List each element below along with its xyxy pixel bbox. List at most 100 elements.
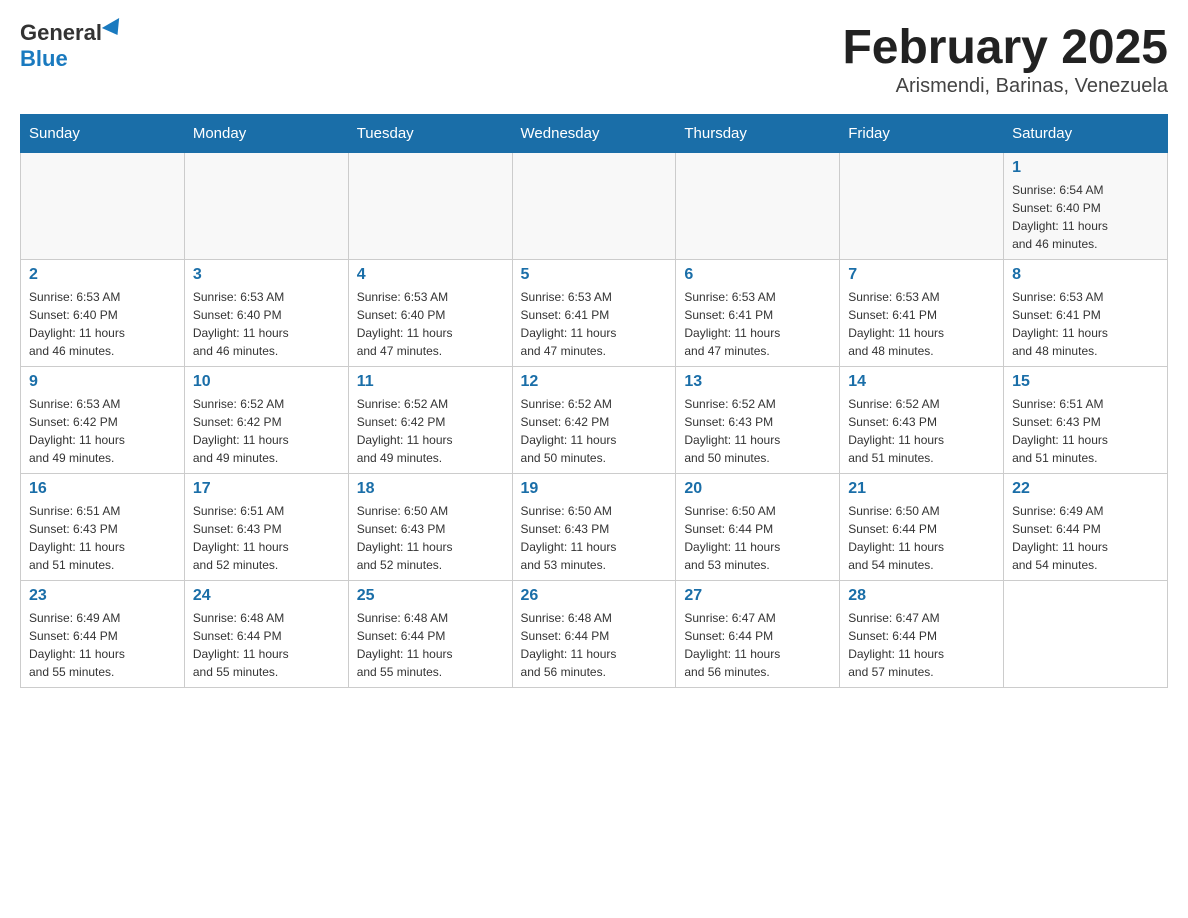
- day-number: 13: [684, 373, 831, 391]
- calendar-cell: 14 Sunrise: 6:52 AM Sunset: 6:43 PM Dayli…: [840, 367, 1004, 474]
- day-info: Sunrise: 6:53 AM Sunset: 6:41 PM Dayligh…: [521, 288, 668, 360]
- day-number: 4: [357, 266, 504, 284]
- day-info: Sunrise: 6:53 AM Sunset: 6:40 PM Dayligh…: [29, 288, 176, 360]
- day-info: Sunrise: 6:53 AM Sunset: 6:41 PM Dayligh…: [848, 288, 995, 360]
- day-number: 7: [848, 266, 995, 284]
- calendar-cell: 20 Sunrise: 6:50 AM Sunset: 6:44 PM Dayli…: [676, 474, 840, 581]
- calendar-title: February 2025: [842, 20, 1168, 75]
- day-number: 15: [1012, 373, 1159, 391]
- day-info: Sunrise: 6:47 AM Sunset: 6:44 PM Dayligh…: [684, 609, 831, 681]
- day-number: 21: [848, 480, 995, 498]
- day-number: 27: [684, 587, 831, 605]
- calendar-cell: 26 Sunrise: 6:48 AM Sunset: 6:44 PM Dayli…: [512, 581, 676, 688]
- calendar-cell: 22Sunrise: 6:49 AM Sunset: 6:44 PM Dayli…: [1004, 474, 1168, 581]
- day-info: Sunrise: 6:50 AM Sunset: 6:43 PM Dayligh…: [521, 502, 668, 574]
- day-number: 25: [357, 587, 504, 605]
- day-number: 12: [521, 373, 668, 391]
- calendar-cell: 8 Sunrise: 6:53 AM Sunset: 6:41 PM Daylig…: [1004, 260, 1168, 367]
- day-info: Sunrise: 6:48 AM Sunset: 6:44 PM Dayligh…: [521, 609, 668, 681]
- calendar-cell: [184, 153, 348, 260]
- calendar-cell: [512, 153, 676, 260]
- day-number: 14: [848, 373, 995, 391]
- day-number: 9: [29, 373, 176, 391]
- day-info: Sunrise: 6:54 AM Sunset: 6:40 PM Dayligh…: [1012, 181, 1159, 253]
- calendar-cell: [348, 153, 512, 260]
- day-info: Sunrise: 6:50 AM Sunset: 6:44 PM Dayligh…: [684, 502, 831, 574]
- calendar-week-3: 9 Sunrise: 6:53 AM Sunset: 6:42 PM Daylig…: [21, 367, 1168, 474]
- day-headers-row: Sunday Monday Tuesday Wednesday Thursday…: [21, 115, 1168, 153]
- calendar-subtitle: Arismendi, Barinas, Venezuela: [842, 75, 1168, 98]
- day-info: Sunrise: 6:52 AM Sunset: 6:43 PM Dayligh…: [848, 395, 995, 467]
- calendar-cell: 18 Sunrise: 6:50 AM Sunset: 6:43 PM Dayli…: [348, 474, 512, 581]
- calendar-cell: 25 Sunrise: 6:48 AM Sunset: 6:44 PM Dayli…: [348, 581, 512, 688]
- calendar-cell: 23 Sunrise: 6:49 AM Sunset: 6:44 PM Dayli…: [21, 581, 185, 688]
- calendar-cell: [840, 153, 1004, 260]
- header-tuesday: Tuesday: [348, 115, 512, 153]
- calendar-cell: 16Sunrise: 6:51 AM Sunset: 6:43 PM Dayli…: [21, 474, 185, 581]
- day-info: Sunrise: 6:53 AM Sunset: 6:41 PM Dayligh…: [684, 288, 831, 360]
- logo-blue: Blue: [20, 46, 68, 72]
- day-info: Sunrise: 6:47 AM Sunset: 6:44 PM Dayligh…: [848, 609, 995, 681]
- calendar-week-2: 2 Sunrise: 6:53 AM Sunset: 6:40 PM Daylig…: [21, 260, 1168, 367]
- header-sunday: Sunday: [21, 115, 185, 153]
- header-wednesday: Wednesday: [512, 115, 676, 153]
- calendar-body: 1Sunrise: 6:54 AM Sunset: 6:40 PM Daylig…: [21, 153, 1168, 688]
- day-number: 2: [29, 266, 176, 284]
- logo-general: General: [20, 20, 102, 46]
- day-number: 26: [521, 587, 668, 605]
- calendar-cell: 13 Sunrise: 6:52 AM Sunset: 6:43 PM Dayli…: [676, 367, 840, 474]
- calendar-cell: 9 Sunrise: 6:53 AM Sunset: 6:42 PM Daylig…: [21, 367, 185, 474]
- day-info: Sunrise: 6:49 AM Sunset: 6:44 PM Dayligh…: [1012, 502, 1159, 574]
- day-number: 23: [29, 587, 176, 605]
- calendar-cell: 17Sunrise: 6:51 AM Sunset: 6:43 PM Dayli…: [184, 474, 348, 581]
- calendar-week-5: 23 Sunrise: 6:49 AM Sunset: 6:44 PM Dayli…: [21, 581, 1168, 688]
- day-number: 8: [1012, 266, 1159, 284]
- calendar-week-1: 1Sunrise: 6:54 AM Sunset: 6:40 PM Daylig…: [21, 153, 1168, 260]
- day-info: Sunrise: 6:49 AM Sunset: 6:44 PM Dayligh…: [29, 609, 176, 681]
- header-monday: Monday: [184, 115, 348, 153]
- calendar-cell: 6 Sunrise: 6:53 AM Sunset: 6:41 PM Daylig…: [676, 260, 840, 367]
- day-number: 20: [684, 480, 831, 498]
- day-info: Sunrise: 6:51 AM Sunset: 6:43 PM Dayligh…: [29, 502, 176, 574]
- day-number: 28: [848, 587, 995, 605]
- calendar-cell: 21Sunrise: 6:50 AM Sunset: 6:44 PM Dayli…: [840, 474, 1004, 581]
- calendar-week-4: 16Sunrise: 6:51 AM Sunset: 6:43 PM Dayli…: [21, 474, 1168, 581]
- calendar-cell: 19 Sunrise: 6:50 AM Sunset: 6:43 PM Dayli…: [512, 474, 676, 581]
- calendar-cell: 15 Sunrise: 6:51 AM Sunset: 6:43 PM Dayli…: [1004, 367, 1168, 474]
- header-friday: Friday: [840, 115, 1004, 153]
- day-info: Sunrise: 6:52 AM Sunset: 6:42 PM Dayligh…: [193, 395, 340, 467]
- calendar-cell: 5Sunrise: 6:53 AM Sunset: 6:41 PM Daylig…: [512, 260, 676, 367]
- day-number: 19: [521, 480, 668, 498]
- day-number: 10: [193, 373, 340, 391]
- day-number: 24: [193, 587, 340, 605]
- calendar-cell: 28 Sunrise: 6:47 AM Sunset: 6:44 PM Dayli…: [840, 581, 1004, 688]
- calendar-cell: 12 Sunrise: 6:52 AM Sunset: 6:42 PM Dayli…: [512, 367, 676, 474]
- calendar-cell: 27 Sunrise: 6:47 AM Sunset: 6:44 PM Dayli…: [676, 581, 840, 688]
- day-number: 18: [357, 480, 504, 498]
- day-info: Sunrise: 6:52 AM Sunset: 6:43 PM Dayligh…: [684, 395, 831, 467]
- day-number: 3: [193, 266, 340, 284]
- logo: General Blue: [20, 20, 124, 72]
- day-info: Sunrise: 6:50 AM Sunset: 6:43 PM Dayligh…: [357, 502, 504, 574]
- calendar-cell: [676, 153, 840, 260]
- day-info: Sunrise: 6:51 AM Sunset: 6:43 PM Dayligh…: [1012, 395, 1159, 467]
- day-info: Sunrise: 6:53 AM Sunset: 6:41 PM Dayligh…: [1012, 288, 1159, 360]
- calendar-cell: 2 Sunrise: 6:53 AM Sunset: 6:40 PM Daylig…: [21, 260, 185, 367]
- calendar-cell: 7 Sunrise: 6:53 AM Sunset: 6:41 PM Daylig…: [840, 260, 1004, 367]
- logo-arrow-icon: [102, 18, 126, 40]
- page-header: General Blue February 2025 Arismendi, Ba…: [20, 20, 1168, 98]
- day-info: Sunrise: 6:48 AM Sunset: 6:44 PM Dayligh…: [193, 609, 340, 681]
- calendar-cell: 4 Sunrise: 6:53 AM Sunset: 6:40 PM Daylig…: [348, 260, 512, 367]
- calendar-cell: 1Sunrise: 6:54 AM Sunset: 6:40 PM Daylig…: [1004, 153, 1168, 260]
- day-info: Sunrise: 6:52 AM Sunset: 6:42 PM Dayligh…: [357, 395, 504, 467]
- day-info: Sunrise: 6:48 AM Sunset: 6:44 PM Dayligh…: [357, 609, 504, 681]
- calendar-cell: [1004, 581, 1168, 688]
- day-number: 6: [684, 266, 831, 284]
- day-number: 11: [357, 373, 504, 391]
- calendar-cell: [21, 153, 185, 260]
- day-info: Sunrise: 6:52 AM Sunset: 6:42 PM Dayligh…: [521, 395, 668, 467]
- header-saturday: Saturday: [1004, 115, 1168, 153]
- day-info: Sunrise: 6:53 AM Sunset: 6:42 PM Dayligh…: [29, 395, 176, 467]
- day-number: 17: [193, 480, 340, 498]
- day-info: Sunrise: 6:53 AM Sunset: 6:40 PM Dayligh…: [357, 288, 504, 360]
